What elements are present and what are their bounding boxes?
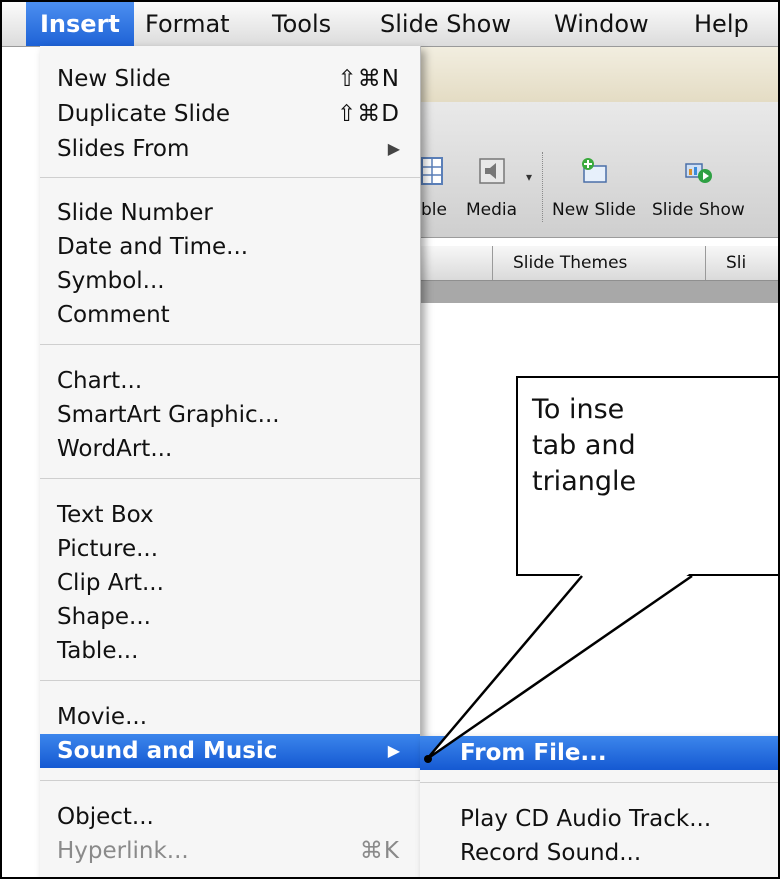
callout-pointer [424,572,693,763]
screenshot-frame: Insert Format Tools Slide Show Window He… [0,0,780,879]
